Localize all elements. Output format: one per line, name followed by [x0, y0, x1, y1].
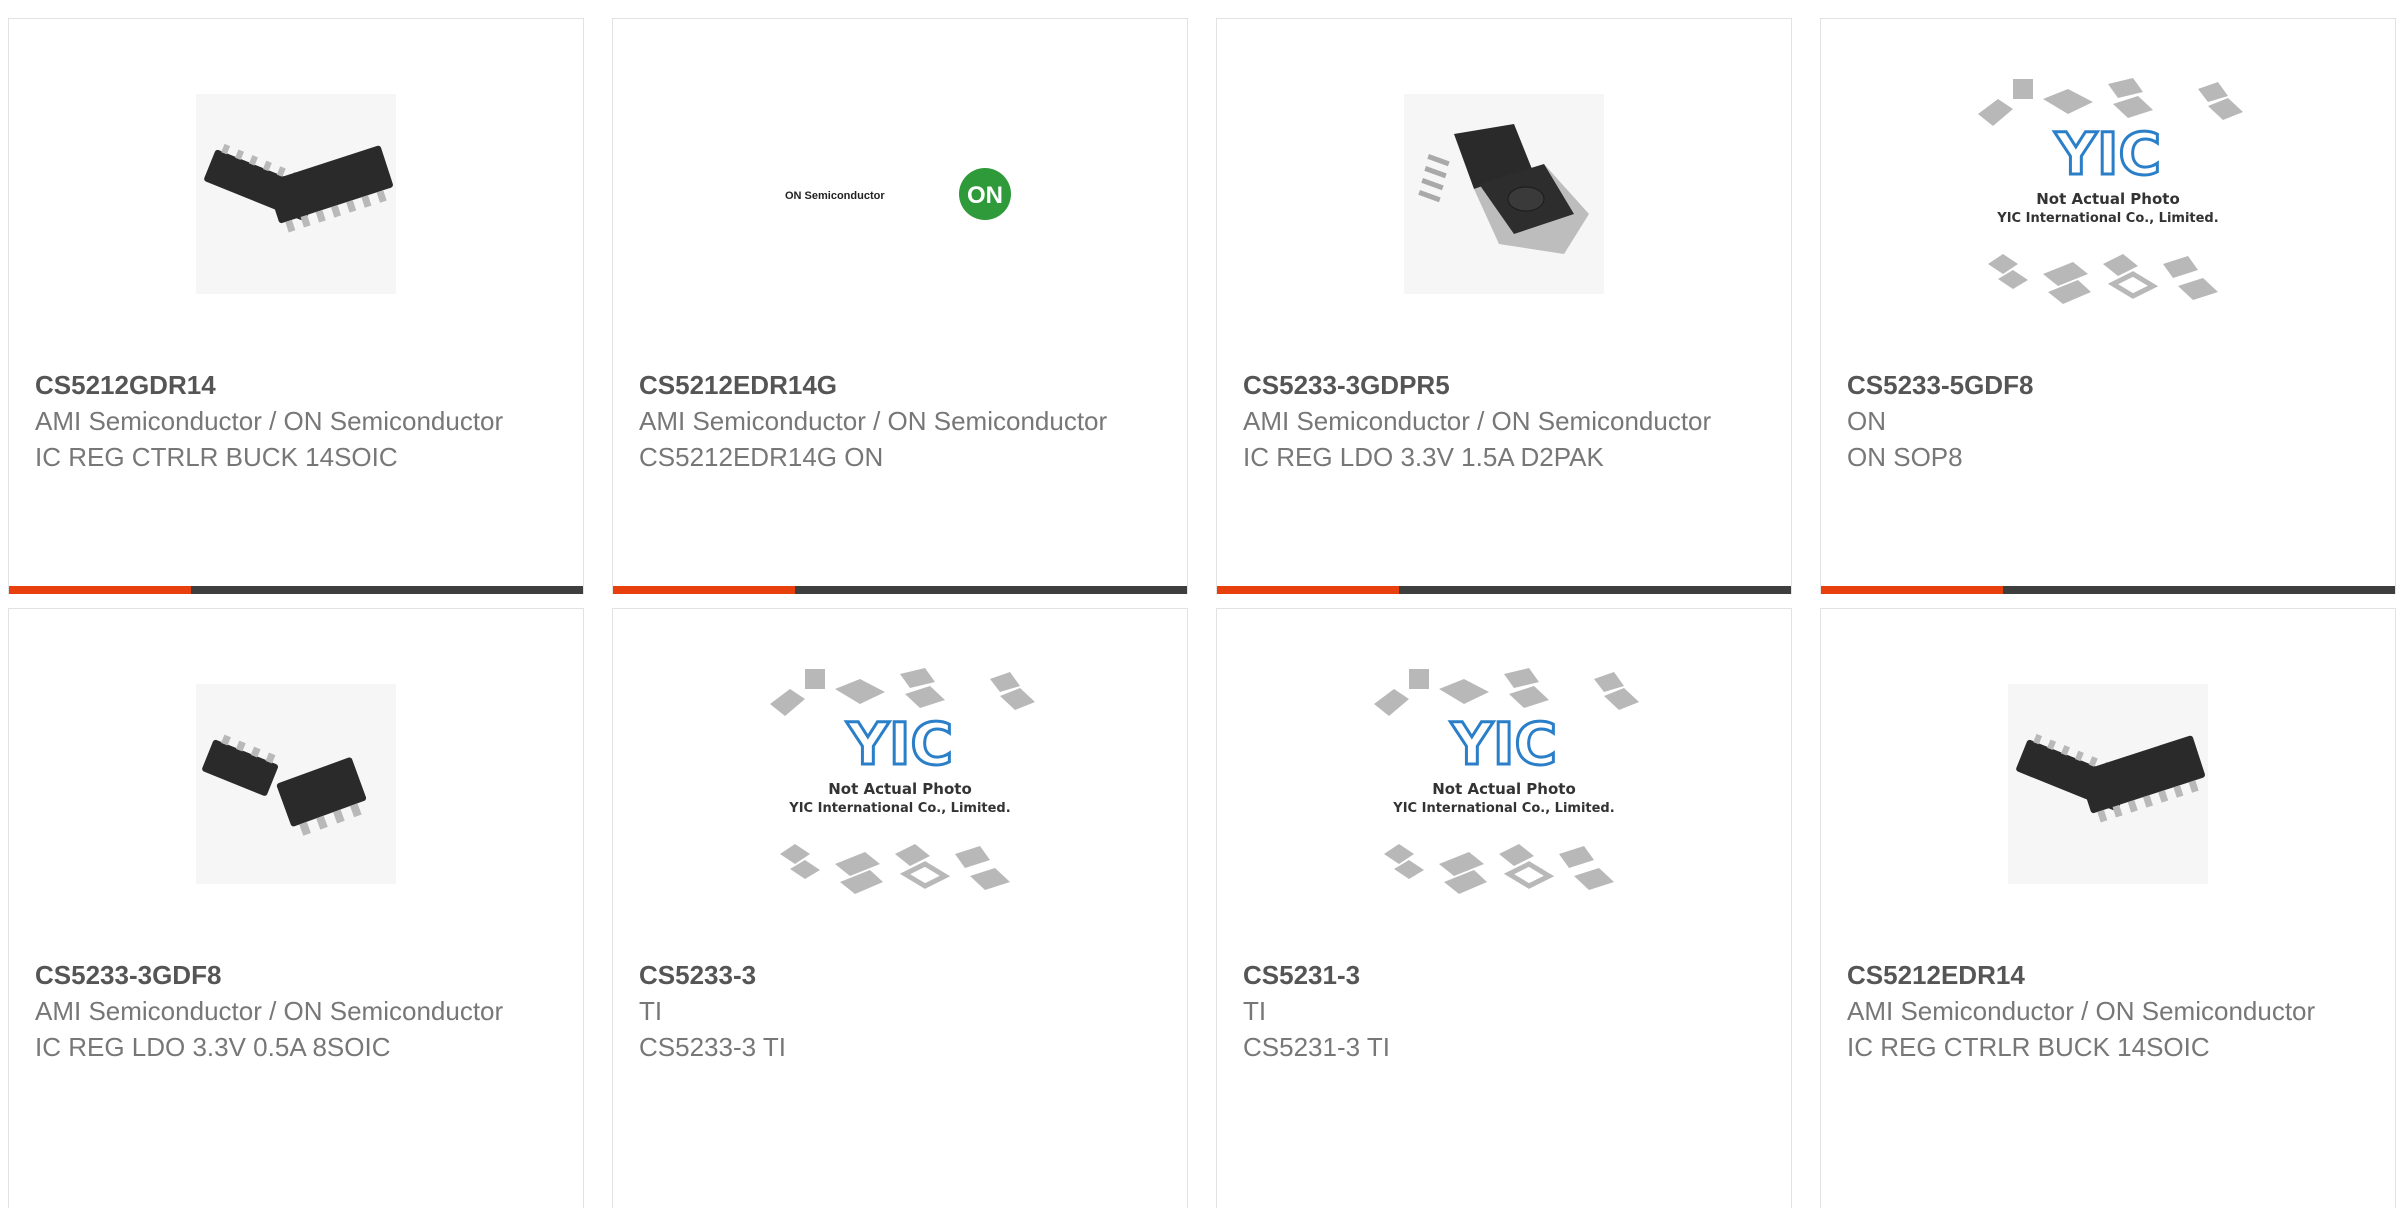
part-number[interactable]: CS5233-3 — [639, 957, 1139, 993]
soic14-chip-icon — [2008, 684, 2208, 884]
product-image[interactable] — [1821, 664, 2395, 904]
product-card[interactable]: CS5233-3GDF8 AMI Semiconductor / ON Semi… — [8, 608, 584, 1208]
product-card[interactable]: CS5212GDR14 AMI Semiconductor / ON Semic… — [8, 18, 584, 594]
on-semiconductor-logo: ON Semiconductor ON — [785, 168, 1011, 220]
description: IC REG LDO 3.3V 1.5A D2PAK — [1243, 442, 1604, 472]
yic-logo: YIC — [1450, 710, 1557, 778]
product-card[interactable]: ON Semiconductor ON CS5212EDR14G AMI Sem… — [612, 18, 1188, 594]
description: ON SOP8 — [1847, 442, 1963, 472]
placeholder-caption: Not Actual Photo — [828, 780, 972, 798]
logo-badge: ON — [967, 182, 1003, 209]
soic8-chip-icon — [196, 684, 396, 884]
card-footer-bar — [9, 586, 583, 594]
part-number[interactable]: CS5212EDR14G — [639, 367, 1139, 403]
part-number[interactable]: CS5233-3GDPR5 — [1243, 367, 1743, 403]
placeholder-caption: YIC International Co., Limited. — [1392, 801, 1614, 816]
manufacturer: ON — [1847, 406, 1886, 436]
manufacturer: TI — [1243, 996, 1267, 1026]
product-image[interactable]: YIC Not Actual Photo YIC International C… — [613, 664, 1187, 904]
card-footer-bar — [1217, 586, 1791, 594]
product-image[interactable]: YIC Not Actual Photo YIC International C… — [1821, 74, 2395, 314]
placeholder-caption: Not Actual Photo — [2036, 190, 2180, 208]
product-image[interactable] — [9, 74, 583, 314]
part-number[interactable]: CS5212GDR14 — [35, 367, 535, 403]
product-card[interactable]: YIC Not Actual Photo YIC International C… — [1216, 608, 1792, 1208]
accent-bar — [9, 586, 191, 594]
yic-logo: YIC — [846, 710, 953, 778]
manufacturer: AMI Semiconductor / ON Semiconductor — [1847, 996, 2316, 1026]
placeholder-caption: YIC International Co., Limited. — [1996, 211, 2218, 226]
description: CS5233-3 TI — [639, 1032, 786, 1062]
d2pak-chip-icon — [1404, 94, 1604, 294]
card-footer-bar — [1821, 586, 2395, 594]
yic-placeholder-image: YIC Not Actual Photo YIC International C… — [1978, 78, 2243, 304]
yic-logo: YIC — [2054, 120, 2161, 188]
product-image[interactable] — [9, 664, 583, 904]
product-image[interactable]: ON Semiconductor ON — [613, 74, 1187, 314]
card-footer-bar — [613, 586, 1187, 594]
accent-bar — [1217, 586, 1399, 594]
part-number[interactable]: CS5212EDR14 — [1847, 957, 2347, 993]
manufacturer: AMI Semiconductor / ON Semiconductor — [1243, 406, 1712, 436]
part-number[interactable]: CS5231-3 — [1243, 957, 1743, 993]
manufacturer: AMI Semiconductor / ON Semiconductor — [35, 996, 504, 1026]
accent-bar — [1821, 586, 2003, 594]
product-card[interactable]: YIC Not Actual Photo YIC International C… — [612, 608, 1188, 1208]
description: IC REG CTRLR BUCK 14SOIC — [1847, 1032, 2210, 1062]
part-number[interactable]: CS5233-3GDF8 — [35, 957, 535, 993]
description: IC REG LDO 3.3V 0.5A 8SOIC — [35, 1032, 391, 1062]
soic14-chip-icon — [196, 94, 396, 294]
part-number[interactable]: CS5233-5GDF8 — [1847, 367, 2347, 403]
placeholder-caption: YIC International Co., Limited. — [788, 801, 1010, 816]
placeholder-caption: Not Actual Photo — [1432, 780, 1576, 798]
product-image[interactable]: YIC Not Actual Photo YIC International C… — [1217, 664, 1791, 904]
product-card[interactable]: CS5212EDR14 AMI Semiconductor / ON Semic… — [1820, 608, 2396, 1208]
manufacturer: TI — [639, 996, 663, 1026]
manufacturer: AMI Semiconductor / ON Semiconductor — [639, 406, 1108, 436]
description: IC REG CTRLR BUCK 14SOIC — [35, 442, 398, 472]
description: CS5231-3 TI — [1243, 1032, 1390, 1062]
manufacturer: AMI Semiconductor / ON Semiconductor — [35, 406, 504, 436]
product-image[interactable] — [1217, 74, 1791, 314]
yic-placeholder-image: YIC Not Actual Photo YIC International C… — [1374, 668, 1639, 894]
yic-placeholder-image: YIC Not Actual Photo YIC International C… — [770, 668, 1035, 894]
product-grid: CS5212GDR14 AMI Semiconductor / ON Semic… — [0, 0, 2400, 1208]
accent-bar — [613, 586, 795, 594]
description: CS5212EDR14G ON — [639, 442, 884, 472]
product-card[interactable]: YIC Not Actual Photo YIC International C… — [1820, 18, 2396, 594]
product-card[interactable]: CS5233-3GDPR5 AMI Semiconductor / ON Sem… — [1216, 18, 1792, 594]
logo-text: ON Semiconductor — [785, 190, 885, 202]
